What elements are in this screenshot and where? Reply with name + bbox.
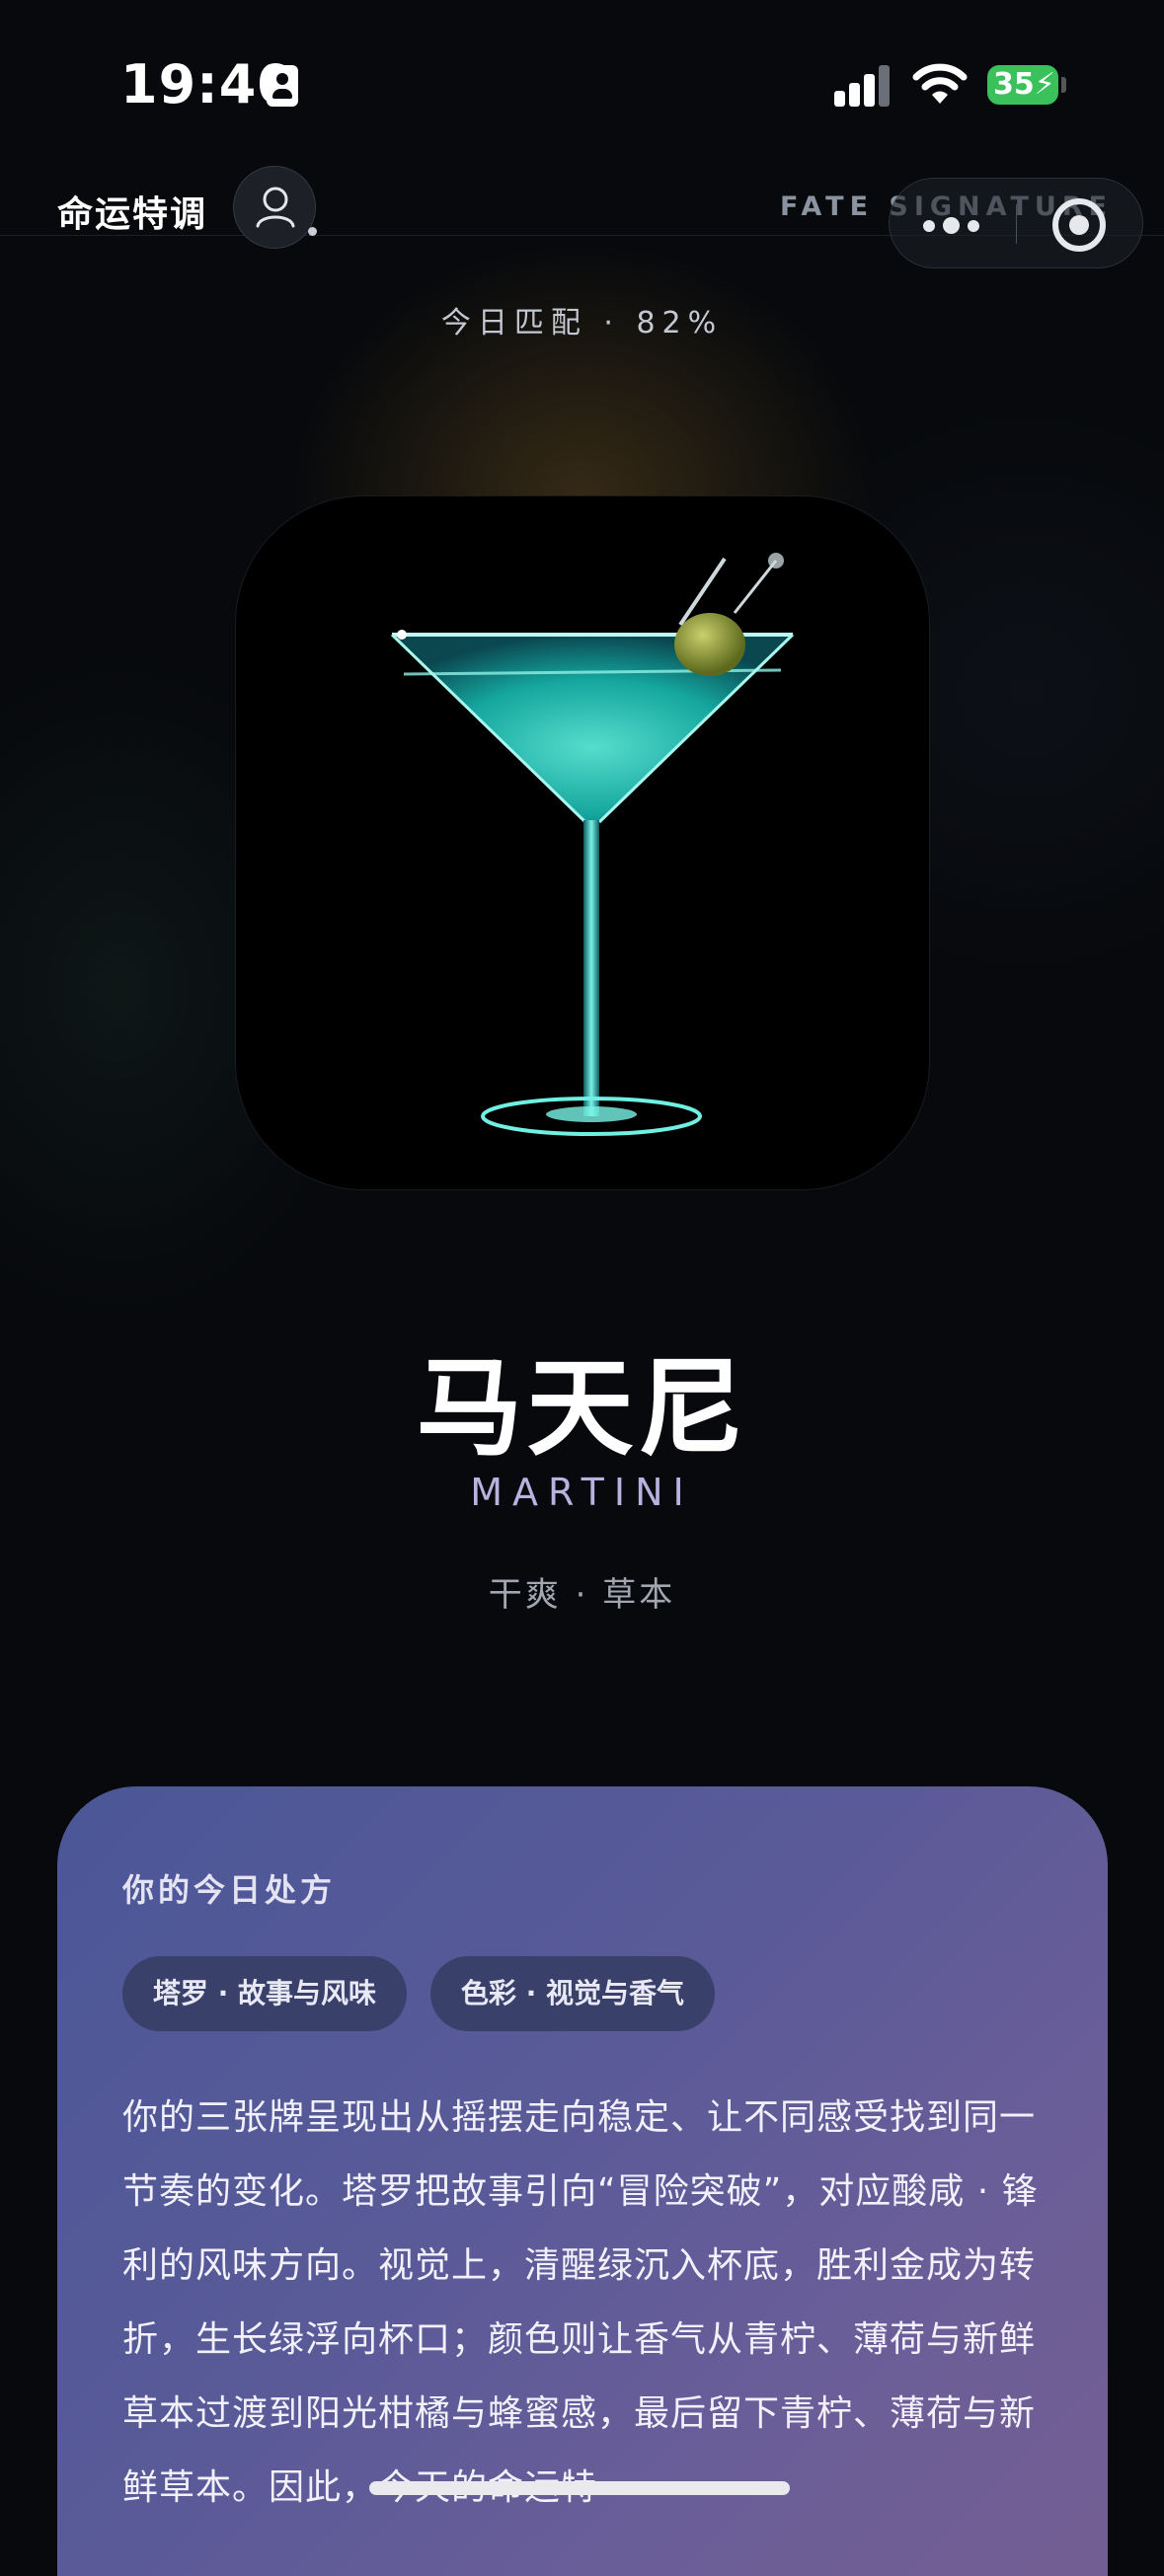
prescription-title: 你的今日处方: [122, 1871, 337, 1909]
id-card-icon: [267, 65, 298, 107]
drink-image-card: [235, 495, 930, 1190]
battery-icon: 35⚡: [987, 65, 1058, 105]
charging-icon: ⚡: [1034, 67, 1055, 102]
status-bar: 19:40 35⚡: [0, 0, 1164, 168]
notification-dot: [308, 227, 317, 236]
capsule-divider: [1016, 204, 1017, 244]
drink-flavor: 干爽 · 草本: [488, 1575, 676, 1615]
match-score: 今日匹配 · 82%: [440, 306, 724, 341]
user-icon: [256, 187, 295, 228]
tarot-chip[interactable]: 塔罗 · 故事与风味: [122, 1956, 407, 2031]
battery-level: 35: [993, 67, 1035, 102]
martini-glass-image: [390, 553, 795, 1136]
more-icon[interactable]: [923, 215, 984, 235]
drink-name: 马天尼: [416, 1347, 748, 1471]
battery-cap: [1061, 77, 1066, 93]
home-indicator[interactable]: [369, 2481, 790, 2495]
app-title: 命运特调: [57, 194, 208, 235]
drink-english-name: MARTINI: [470, 1471, 694, 1514]
wifi-icon: [912, 63, 968, 104]
prescription-body: 你的三张牌呈现出从摇摆走向稳定、让不同感受找到同一节奏的变化。塔罗把故事引向“冒…: [122, 2097, 1039, 2508]
color-chip[interactable]: 色彩 · 视觉与香气: [430, 1956, 715, 2031]
prescription-panel: 你的今日处方 塔罗 · 故事与风味 色彩 · 视觉与香气 你的三张牌呈现出从摇摆…: [57, 1786, 1108, 2576]
user-avatar-button[interactable]: [233, 166, 316, 249]
signal-icon: [834, 63, 892, 107]
close-icon[interactable]: [1052, 198, 1106, 252]
